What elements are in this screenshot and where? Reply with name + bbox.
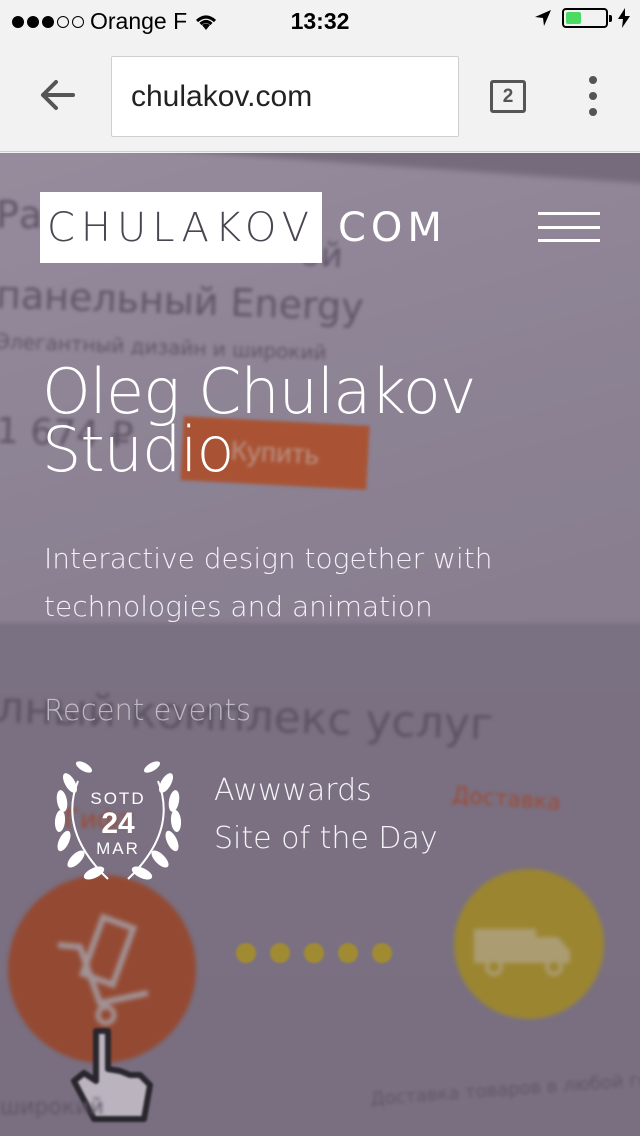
- battery-level: [566, 12, 582, 24]
- url-text: chulakov.com: [131, 79, 313, 113]
- logo-main-text: CHULAKOV: [46, 204, 316, 251]
- recent-events-heading: Recent events: [44, 693, 252, 727]
- badge-day: 24: [101, 807, 135, 840]
- status-bar: Orange F 13:32: [0, 0, 640, 40]
- browser-toolbar: chulakov.com 2: [0, 40, 640, 152]
- hero-title: Oleg Chulakov Studio: [42, 355, 477, 486]
- location-arrow-icon: [535, 10, 551, 26]
- tab-switcher-button[interactable]: 2: [490, 80, 526, 113]
- back-button[interactable]: [32, 70, 82, 120]
- web-page[interactable]: Ра ой панельный Energy Элегантный дизайн…: [0, 153, 640, 1136]
- arrow-left-icon: [41, 80, 75, 110]
- award-description[interactable]: Awwwards Site of the Day: [214, 767, 438, 863]
- charging-bolt-icon: [618, 8, 630, 28]
- hero-subtitle: Interactive design together with technol…: [44, 542, 493, 623]
- award-line1: Awwwards: [214, 773, 372, 808]
- logo-suffix[interactable]: COM: [338, 205, 447, 251]
- status-right: [534, 8, 630, 28]
- battery-icon: [562, 8, 612, 28]
- award-badge-text: SOTD 24 MAR: [48, 751, 188, 891]
- awwwards-badge[interactable]: SOTD 24 MAR: [48, 751, 188, 891]
- hamburger-menu-icon[interactable]: [538, 212, 600, 242]
- hero-overlay: [0, 153, 640, 1136]
- address-bar[interactable]: chulakov.com: [111, 56, 459, 137]
- site-logo[interactable]: CHULAKOV: [40, 192, 322, 263]
- badge-month: MAR: [96, 839, 140, 858]
- badge-sotd: SOTD: [90, 789, 146, 808]
- kebab-menu-icon[interactable]: [583, 76, 603, 116]
- award-line2: Site of the Day: [214, 821, 438, 856]
